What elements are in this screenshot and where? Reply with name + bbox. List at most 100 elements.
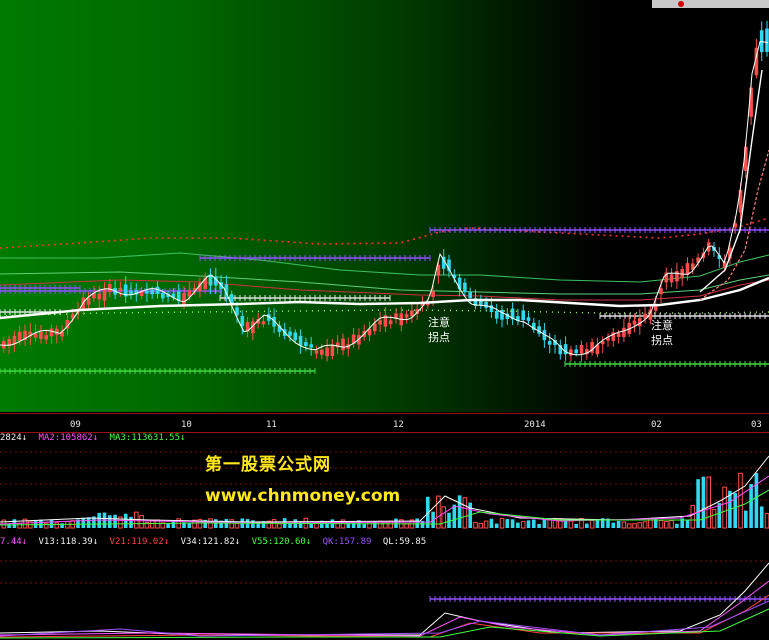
candle-body bbox=[155, 286, 160, 295]
volume-bar bbox=[394, 518, 398, 528]
candle-body bbox=[521, 310, 525, 320]
volume-bar bbox=[526, 520, 531, 528]
legend-ql: QL:59.85 bbox=[382, 537, 427, 547]
volume-bar bbox=[532, 519, 536, 528]
volume-bar bbox=[537, 523, 541, 528]
candle-body bbox=[261, 321, 266, 325]
volume-bar bbox=[489, 518, 494, 528]
volume-bar bbox=[675, 523, 679, 528]
volume-bar bbox=[234, 522, 240, 529]
candle-body bbox=[33, 333, 38, 338]
volume-bar bbox=[574, 523, 578, 528]
annotation-line1: 注意 bbox=[651, 319, 673, 332]
volume-bar bbox=[637, 522, 643, 529]
candle-body bbox=[97, 293, 101, 300]
indicator-line bbox=[0, 580, 769, 637]
volume-bar bbox=[288, 523, 292, 528]
candle-body bbox=[86, 297, 91, 305]
volume-bar bbox=[462, 497, 468, 529]
candle-body bbox=[378, 320, 382, 325]
volume-bar bbox=[43, 522, 49, 529]
candle-body bbox=[108, 283, 112, 292]
volume-bar bbox=[86, 517, 91, 528]
candle-body bbox=[44, 334, 48, 340]
candle-body bbox=[622, 327, 626, 338]
legend-ma2: MA2:105862↓ bbox=[38, 433, 99, 443]
upper-band-line bbox=[0, 217, 769, 249]
candle-body bbox=[547, 340, 552, 345]
volume-bar bbox=[585, 523, 589, 528]
date-tick: 12 bbox=[393, 420, 404, 430]
candle-body bbox=[468, 292, 472, 299]
volume-bar bbox=[711, 508, 717, 529]
volume-bar bbox=[658, 519, 664, 529]
candle-body bbox=[388, 320, 393, 325]
volume-bar bbox=[626, 523, 632, 529]
candle-body bbox=[304, 342, 308, 346]
price-chart bbox=[0, 20, 769, 374]
volume-bar bbox=[473, 521, 478, 529]
candle-body bbox=[293, 332, 298, 341]
date-tick: 2014 bbox=[524, 420, 546, 430]
volume-bar bbox=[510, 519, 515, 528]
volume-bar bbox=[214, 519, 218, 528]
candle-body bbox=[298, 335, 303, 346]
candle-body bbox=[765, 28, 769, 52]
volume-bar bbox=[362, 523, 366, 528]
volume-bar bbox=[277, 523, 282, 529]
volume-bar bbox=[499, 517, 505, 529]
volume-bar bbox=[516, 522, 520, 528]
candle-body bbox=[574, 349, 578, 354]
candle-body bbox=[404, 314, 409, 318]
candle-body bbox=[49, 328, 54, 337]
volume-bar bbox=[39, 519, 43, 528]
volume-bar bbox=[478, 522, 484, 529]
watermark-title: 第一股票公式网 bbox=[205, 455, 331, 475]
legend-ma3: MA3:113631.55↓ bbox=[109, 433, 186, 443]
volume-bar bbox=[54, 522, 60, 529]
candle-body bbox=[463, 282, 467, 293]
candle-body bbox=[431, 291, 435, 298]
candle-body bbox=[669, 274, 674, 283]
candle-body bbox=[145, 290, 149, 294]
volume-bar bbox=[685, 519, 690, 528]
legend-v21: V21:119.02↓ bbox=[109, 537, 170, 547]
candle-body bbox=[341, 338, 345, 351]
volume-bar bbox=[166, 523, 170, 528]
volume-bar bbox=[738, 472, 743, 529]
volume-bar bbox=[701, 476, 706, 528]
candle-body bbox=[330, 344, 335, 356]
candle-body bbox=[494, 310, 499, 319]
volume-bar bbox=[696, 479, 700, 528]
volume-bar bbox=[383, 521, 388, 529]
volume-bar bbox=[33, 519, 38, 528]
indicator-chart bbox=[0, 560, 769, 639]
volume-bar bbox=[568, 520, 574, 529]
legend-v55: V55:120.60↓ bbox=[251, 537, 312, 547]
volume-bar bbox=[17, 522, 22, 529]
candle-body bbox=[675, 271, 679, 282]
volume-bar bbox=[664, 520, 669, 529]
volume-bar bbox=[229, 519, 234, 529]
candle-body bbox=[161, 292, 165, 299]
candle-body bbox=[484, 301, 488, 308]
candle-body bbox=[2, 340, 6, 349]
date-tick: 11 bbox=[266, 420, 277, 430]
volume-bar bbox=[542, 518, 547, 528]
volume-bar bbox=[441, 506, 446, 529]
legend-v34: V34:121.82↓ bbox=[180, 537, 241, 547]
indicator-legend: 7.44↓ V13:118.39↓ V21:119.02↓ V34:121.82… bbox=[0, 537, 432, 549]
volume-bar bbox=[669, 520, 674, 529]
date-tick: 09 bbox=[70, 420, 81, 430]
ma-line-dotted bbox=[0, 309, 769, 317]
volume-bar bbox=[611, 522, 616, 528]
volume-bar bbox=[706, 476, 712, 529]
volume-bar bbox=[505, 519, 510, 528]
volume-bar bbox=[722, 486, 727, 529]
volume-legend: 2824↓ MA2:105862↓ MA3:113631.55↓ bbox=[0, 433, 191, 445]
candle-body bbox=[102, 289, 107, 301]
candle-body bbox=[150, 289, 154, 295]
candle-body bbox=[632, 320, 637, 325]
annotation-turning-point: 注意 拐点 bbox=[651, 318, 673, 348]
volume-bar bbox=[129, 516, 133, 528]
